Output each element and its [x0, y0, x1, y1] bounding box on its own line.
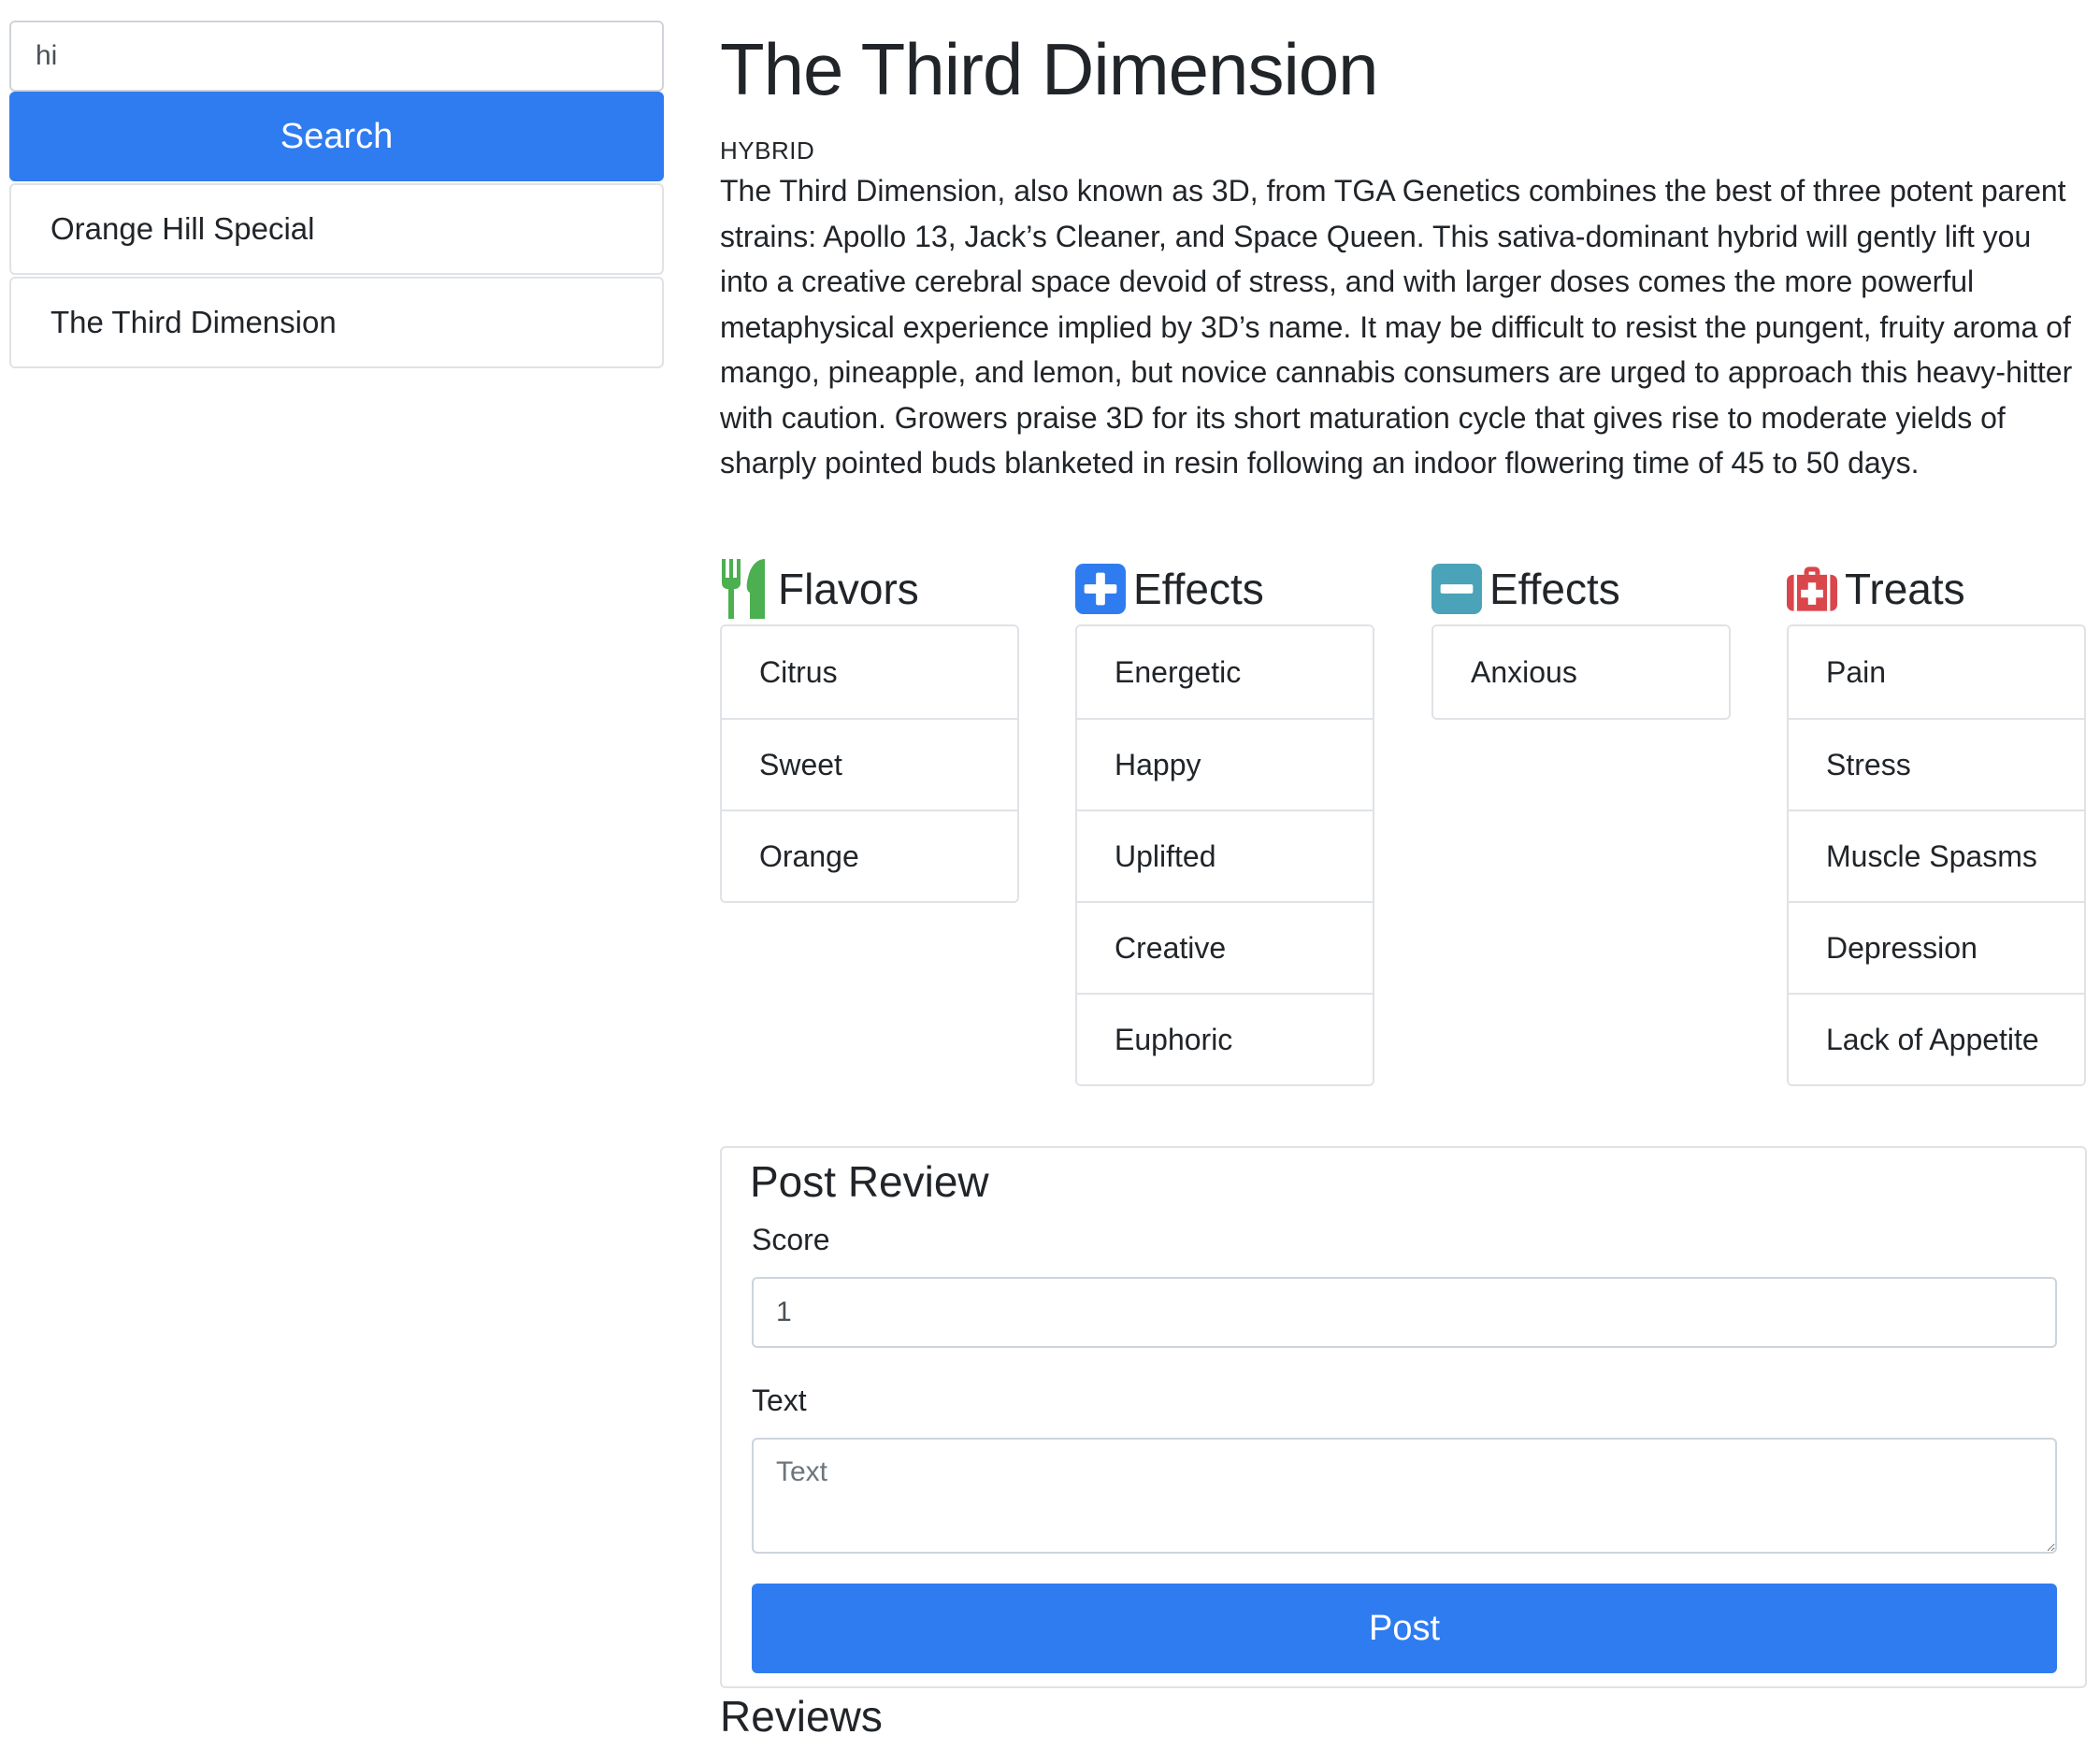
- flavors-section: Flavors Citrus Sweet Orange: [720, 557, 1019, 903]
- treat-item: Stress: [1789, 718, 2084, 810]
- negative-effects-list: Anxious: [1431, 624, 1731, 720]
- review-text-area[interactable]: [752, 1438, 2057, 1554]
- strain-title: The Third Dimension: [720, 28, 1379, 110]
- flavor-item: Sweet: [722, 718, 1017, 810]
- effect-item: Creative: [1077, 901, 1373, 993]
- search-result-item[interactable]: The Third Dimension: [9, 277, 664, 368]
- positive-effects-title: Effects: [1133, 565, 1264, 613]
- negative-effects-title: Effects: [1489, 565, 1620, 613]
- positive-effects-list: Energetic Happy Uplifted Creative Euphor…: [1075, 624, 1374, 1086]
- text-label: Text: [752, 1383, 807, 1417]
- score-label: Score: [752, 1223, 830, 1256]
- negative-effects-section: Effects Anxious: [1431, 557, 1731, 720]
- treats-list: Pain Stress Muscle Spasms Depression Lac…: [1787, 624, 2086, 1086]
- treats-title: Treats: [1845, 565, 1965, 613]
- flavors-title: Flavors: [778, 565, 919, 613]
- post-review-title: Post Review: [750, 1157, 989, 1206]
- positive-effects-section: Effects Energetic Happy Uplifted Creativ…: [1075, 557, 1374, 1086]
- flavors-list: Citrus Sweet Orange: [720, 624, 1019, 903]
- effect-item: Energetic: [1077, 626, 1373, 718]
- effect-item: Happy: [1077, 718, 1373, 810]
- treat-item: Lack of Appetite: [1789, 993, 2084, 1084]
- strain-description: The Third Dimension, also known as 3D, f…: [720, 174, 2073, 480]
- utensils-icon: [720, 559, 770, 619]
- treat-item: Pain: [1789, 626, 2084, 718]
- treats-section: Treats Pain Stress Muscle Spasms Depress…: [1787, 557, 2086, 1086]
- effect-item: Euphoric: [1077, 993, 1373, 1084]
- treat-item: Depression: [1789, 901, 2084, 993]
- search-results-list: Orange Hill Special The Third Dimension: [9, 183, 664, 370]
- post-button[interactable]: Post: [752, 1584, 2057, 1673]
- effect-item: Uplifted: [1077, 810, 1373, 901]
- reviews-heading: Reviews: [720, 1692, 883, 1741]
- score-input[interactable]: [752, 1277, 2057, 1348]
- search-result-item[interactable]: Orange Hill Special: [9, 183, 664, 275]
- strain-type-label: HYBRID: [720, 136, 815, 165]
- flavor-item: Citrus: [722, 626, 1017, 718]
- treat-item: Muscle Spasms: [1789, 810, 2084, 901]
- medkit-icon: [1787, 561, 1837, 617]
- flavor-item: Orange: [722, 810, 1017, 901]
- post-review-card: Post Review Score Text Post: [720, 1146, 2087, 1688]
- plus-square-icon: [1075, 561, 1126, 617]
- effect-item: Anxious: [1433, 626, 1729, 718]
- minus-square-icon: [1431, 561, 1482, 617]
- search-input[interactable]: [9, 21, 664, 92]
- search-button[interactable]: Search: [9, 92, 664, 181]
